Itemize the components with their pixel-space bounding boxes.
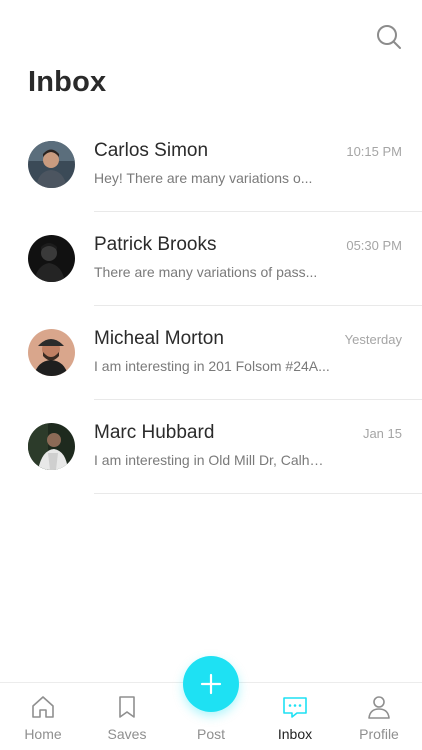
divider — [94, 493, 422, 494]
avatar — [28, 329, 75, 376]
message-time: 10:15 PM — [346, 144, 402, 159]
message-row-marc-hubbard[interactable]: Marc Hubbard Jan 15 I am interesting in … — [0, 400, 422, 494]
avatar — [28, 235, 75, 282]
tab-label: Saves — [107, 726, 147, 742]
contact-name: Patrick Brooks — [94, 234, 217, 255]
post-button[interactable] — [183, 656, 239, 712]
message-preview: Hey! There are many variations o... — [94, 170, 313, 186]
tab-inbox[interactable]: Inbox — [253, 683, 337, 750]
contact-name: Marc Hubbard — [94, 422, 215, 443]
contact-name: Carlos Simon — [94, 140, 209, 161]
message-row-patrick-brooks[interactable]: Patrick Brooks 05:30 PM There are many v… — [0, 212, 422, 306]
search-button[interactable] — [376, 24, 402, 50]
avatar — [28, 423, 75, 470]
contact-name: Micheal Morton — [94, 328, 224, 349]
message-time: 05:30 PM — [346, 238, 402, 253]
tab-label: Home — [24, 726, 62, 742]
avatar — [28, 141, 75, 188]
chat-icon — [283, 697, 307, 718]
message-row-micheal-morton[interactable]: Micheal Morton Yesterday I am interestin… — [0, 306, 422, 400]
page-title: Inbox — [28, 66, 107, 98]
tab-label: Profile — [359, 726, 399, 742]
tab-profile[interactable]: Profile — [337, 683, 421, 750]
tab-label: Inbox — [277, 726, 313, 742]
plus-icon — [200, 673, 222, 695]
home-icon — [32, 696, 54, 718]
tab-home[interactable]: Home — [1, 683, 85, 750]
message-time: Jan 15 — [362, 426, 402, 441]
bookmark-icon — [119, 696, 135, 718]
tab-label: Post — [196, 726, 225, 742]
user-icon — [368, 696, 390, 719]
message-preview: There are many variations of pass... — [94, 264, 318, 280]
message-list: Carlos Simon 10:15 PM Hey! There are man… — [0, 118, 422, 494]
search-icon — [377, 25, 401, 49]
message-row-carlos-simon[interactable]: Carlos Simon 10:15 PM Hey! There are man… — [0, 118, 422, 212]
tab-saves[interactable]: Saves — [85, 683, 169, 750]
message-preview: I am interesting in 201 Folsom #24A... — [94, 358, 330, 374]
message-preview: I am interesting in Old Mill Dr, Calhoun… — [94, 452, 330, 468]
message-time: Yesterday — [344, 332, 402, 347]
